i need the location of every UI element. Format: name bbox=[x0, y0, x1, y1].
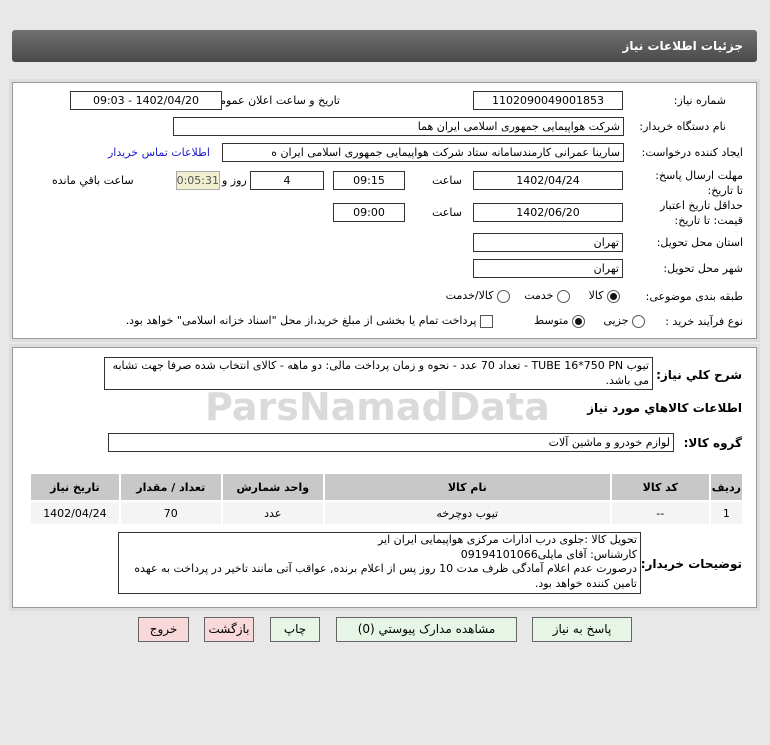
goods-group-label: گروه کالا: bbox=[683, 436, 742, 450]
page-title: جزئیات اطلاعات نیاز bbox=[622, 39, 743, 53]
col-unit: واحد شمارش bbox=[220, 472, 325, 502]
validity-label: حداقل تاریخ اعتبار قیمت: تا تاریخ: bbox=[659, 199, 743, 227]
buyer-contact-link[interactable]: اطلاعات تماس خریدار bbox=[108, 146, 210, 159]
checkbox-icon[interactable] bbox=[480, 314, 493, 328]
city-label: شهر محل تحویل: bbox=[663, 262, 743, 275]
goods-group-field: لوازم خودرو و ماشین آلات bbox=[108, 433, 674, 452]
cell-qty: 70 bbox=[118, 500, 223, 526]
goods-table: ردیف کد کالا نام کالا واحد شمارش تعداد /… bbox=[29, 472, 745, 526]
description-label: شرح کلي نياز: bbox=[656, 368, 742, 382]
cell-unit: عدد bbox=[220, 500, 325, 526]
cell-row: 1 bbox=[708, 500, 745, 526]
validity-time-field: 09:00 bbox=[333, 203, 405, 222]
validity-time-label: ساعت bbox=[432, 206, 462, 219]
deadline-time-field: 09:15 bbox=[333, 171, 405, 190]
cell-code: -- bbox=[609, 500, 711, 526]
days-label: روز و bbox=[222, 174, 247, 187]
back-button[interactable]: بازگشت bbox=[204, 617, 254, 642]
days-field: 4 bbox=[250, 171, 324, 190]
deadline-date-field: 1402/04/24 bbox=[473, 171, 623, 190]
table-row: 1 -- تیوب دوچرخه عدد 70 1402/04/24 bbox=[29, 500, 745, 526]
category-label: طبقه بندی موضوعی: bbox=[645, 290, 743, 303]
radio-icon[interactable] bbox=[572, 314, 585, 328]
category-option-goods[interactable]: کالا bbox=[589, 289, 620, 303]
col-name: نام کالا bbox=[322, 472, 612, 502]
col-date: تاریخ نیاز bbox=[29, 472, 121, 502]
process-option-medium[interactable]: متوسط bbox=[534, 314, 585, 328]
remaining-time-field: 00:05:31 bbox=[176, 171, 220, 190]
radio-icon[interactable] bbox=[607, 289, 620, 303]
category-option-goods-service[interactable]: کالا/خدمت bbox=[446, 289, 510, 303]
col-code: کد کالا bbox=[609, 472, 711, 502]
treasury-payment-option[interactable]: پرداخت تمام یا بخشی از مبلغ خرید،از محل … bbox=[126, 314, 493, 328]
deadline-time-label: ساعت bbox=[432, 174, 462, 187]
buyer-notes-label: توضیحات خریدار: bbox=[640, 557, 742, 571]
description-field: تیوب TUBE 16*750 PN - تعداد 70 عدد - نحو… bbox=[104, 357, 653, 390]
remaining-label: ساعت باقي مانده bbox=[52, 174, 134, 187]
announce-label: تاریخ و ساعت اعلان عمومی: bbox=[207, 94, 340, 107]
cell-date: 1402/04/24 bbox=[29, 500, 121, 526]
buyer-field: شرکت هواپیمایی جمهوری اسلامی ایران هما bbox=[173, 117, 624, 136]
notes-line: تحویل کالا :جلوی درب ادارات مرکزی هواپیم… bbox=[377, 533, 637, 546]
watermark: ParsNamadData bbox=[205, 385, 550, 429]
notes-line: کارشناس: آقای مایلی09194101066 bbox=[460, 547, 637, 561]
goods-section-title: اطلاعات کالاهاي مورد نياز bbox=[587, 401, 742, 415]
page-header: جزئیات اطلاعات نیاز bbox=[12, 30, 757, 62]
reply-button[interactable]: پاسخ به نیاز bbox=[532, 617, 632, 642]
buyer-label: نام دستگاه خریدار: bbox=[639, 120, 726, 133]
radio-icon[interactable] bbox=[497, 289, 510, 303]
buyer-notes-field: تحویل کالا :جلوی درب ادارات مرکزی هواپیم… bbox=[118, 532, 641, 594]
validity-date-field: 1402/06/20 bbox=[473, 203, 623, 222]
need-number-label: شماره نیاز: bbox=[673, 94, 726, 107]
creator-label: ایجاد کننده درخواست: bbox=[641, 146, 743, 159]
announce-field: 1402/04/20 - 09:03 bbox=[70, 91, 222, 110]
radio-icon[interactable] bbox=[557, 289, 570, 303]
province-label: استان محل تحویل: bbox=[656, 236, 743, 249]
city-field: تهران bbox=[473, 259, 623, 278]
process-option-minor[interactable]: جزیی bbox=[603, 314, 645, 328]
need-number-field: 1102090049001853 bbox=[473, 91, 623, 110]
view-attachments-button[interactable]: مشاهده مدارک پیوستي (0) bbox=[336, 617, 517, 642]
exit-button[interactable]: خروج bbox=[138, 617, 189, 642]
creator-field: سارینا عمرانی کارمندسامانه ستاد شرکت هوا… bbox=[222, 143, 624, 162]
process-label: نوع فرآیند خرید : bbox=[665, 315, 743, 328]
category-option-service[interactable]: خدمت bbox=[524, 289, 570, 303]
table-header-row: ردیف کد کالا نام کالا واحد شمارش تعداد /… bbox=[29, 472, 745, 502]
radio-icon[interactable] bbox=[632, 314, 645, 328]
deadline-label: مهلت ارسال پاسخ: تا تاریخ: bbox=[655, 169, 743, 197]
col-row: ردیف bbox=[708, 472, 745, 502]
col-qty: تعداد / مقدار bbox=[118, 472, 223, 502]
cell-name: تیوب دوچرخه bbox=[322, 500, 612, 526]
province-field: تهران bbox=[473, 233, 623, 252]
notes-line: درصورت عدم اعلام آمادگی ظرف مدت 10 روز پ… bbox=[134, 562, 637, 590]
print-button[interactable]: چاپ bbox=[270, 617, 320, 642]
